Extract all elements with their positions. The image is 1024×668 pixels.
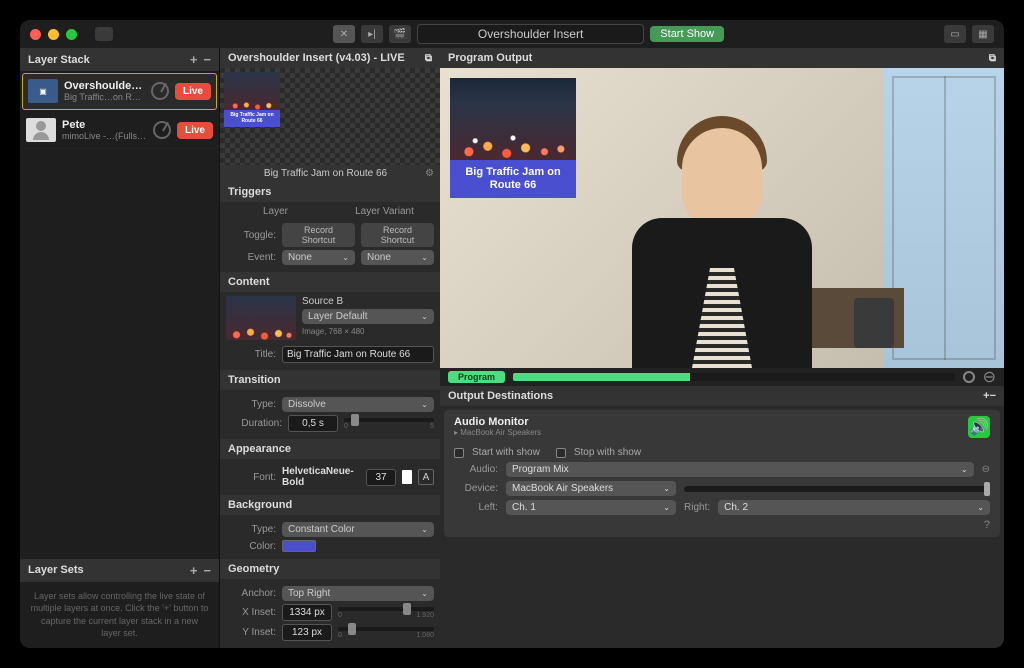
remove-layer-set-button[interactable]: − [203, 563, 211, 578]
help-icon[interactable]: ? [454, 519, 990, 531]
layer-sets-help: Layer sets allow controlling the live st… [20, 582, 219, 648]
program-output-header: Program Output ⧉ [440, 48, 1004, 68]
popout-icon[interactable]: ⧉ [989, 53, 996, 64]
layer-preview: Big Traffic Jam on Route 66 [220, 68, 440, 165]
audio-monitor-title: Audio Monitor [454, 416, 968, 428]
record-shortcut-button[interactable]: Record Shortcut [282, 223, 355, 247]
avatar-icon [26, 118, 56, 142]
device-dropdown[interactable]: MacBook Air Speakers⌄ [506, 481, 676, 496]
zoom-icon[interactable] [66, 29, 77, 40]
remove-destination-button[interactable]: − [990, 390, 996, 402]
layer-item-pete[interactable]: Pete mimoLive -…(Fullscreen) Live [20, 112, 219, 149]
add-layer-set-button[interactable]: + [190, 563, 198, 578]
traffic-thumbnail [224, 72, 280, 110]
popout-icon[interactable]: ⧉ [425, 53, 432, 64]
program-pill: Program [448, 371, 505, 383]
transition-title: Transition [220, 370, 440, 390]
layer-thumb-icon: ▣ [28, 79, 58, 103]
minimize-icon[interactable] [48, 29, 59, 40]
duration-input[interactable]: 0,5 s [288, 415, 338, 432]
program-audio-bar: Program ⊖ [440, 368, 1004, 386]
output-destinations-header: Output Destinations + − [440, 386, 1004, 406]
window-controls [30, 29, 77, 40]
layer-stack-header: Layer Stack + − [20, 48, 219, 71]
anchor-dropdown[interactable]: Top Right⌄ [282, 586, 434, 601]
volume-slider[interactable] [684, 486, 990, 492]
audio-monitor-panel: Audio Monitor ▸ MacBook Air Speakers 🔊 S… [444, 410, 1000, 537]
font-picker-button[interactable]: A [418, 469, 434, 485]
font-size-input[interactable]: 37 [366, 469, 396, 486]
program-output-view: Big Traffic Jam on Route 66 [440, 68, 1004, 368]
remove-layer-button[interactable]: − [203, 52, 211, 67]
title-input[interactable]: Big Traffic Jam on Route 66 [282, 346, 434, 363]
audio-knob-icon[interactable] [153, 121, 171, 139]
right-channel-dropdown[interactable]: Ch. 2⌄ [718, 500, 990, 515]
record-shortcut-button[interactable]: Record Shortcut [361, 223, 434, 247]
add-layer-button[interactable]: + [190, 52, 198, 67]
clapper-icon[interactable]: 🎬 [389, 25, 411, 43]
speaker-icon[interactable]: 🔊 [968, 416, 990, 438]
audio-meter [513, 373, 955, 381]
x-inset-slider[interactable] [338, 607, 434, 611]
document-title: Overshoulder Insert [417, 24, 644, 44]
color-swatch-white[interactable] [402, 470, 412, 484]
content-title: Content [220, 272, 440, 292]
layout-icon-a[interactable]: ▭ [944, 25, 966, 43]
bg-type-dropdown[interactable]: Constant Color⌄ [282, 522, 434, 537]
layer-sets-header: Layer Sets + − [20, 559, 219, 582]
audio-source-dropdown[interactable]: Program Mix⌄ [506, 462, 974, 477]
event-dropdown[interactable]: None⌄ [361, 250, 434, 265]
x-inset-input[interactable]: 1334 px [282, 604, 332, 621]
play-button-icon[interactable]: ▸| [361, 25, 383, 43]
left-channel-dropdown[interactable]: Ch. 1⌄ [506, 500, 676, 515]
start-show-button[interactable]: Start Show [650, 26, 724, 42]
layer-stack-panel: Layer Stack + − ▣ Overshoulder Insert Bi… [20, 48, 220, 648]
volume-knob-icon[interactable] [963, 371, 975, 383]
presenter [622, 108, 822, 368]
triggers-title: Triggers [220, 182, 440, 202]
preview-caption-bar: Big Traffic Jam on Route 66 ⚙ [220, 165, 440, 182]
source-dropdown[interactable]: Layer Default⌄ [302, 309, 434, 324]
layout-icon-b[interactable]: ▦ [972, 25, 994, 43]
y-inset-slider[interactable] [338, 627, 434, 631]
start-with-show-checkbox[interactable] [454, 448, 464, 458]
mini-caption: Big Traffic Jam on Route 66 [224, 110, 280, 127]
settings-icon[interactable]: ⚙ [425, 168, 434, 179]
layer-item-overshoulder[interactable]: ▣ Overshoulder Insert Big Traffic…on Rou… [22, 73, 217, 110]
close-icon[interactable] [30, 29, 41, 40]
live-button[interactable]: Live [175, 83, 211, 100]
program-output-panel: Program Output ⧉ Big Traffic Jam on [440, 48, 1004, 648]
source-thumbnail[interactable] [226, 296, 296, 340]
appearance-title: Appearance [220, 439, 440, 459]
font-name: HelveticaNeue-Bold [282, 466, 360, 488]
color-picker[interactable] [282, 540, 316, 552]
transition-type-dropdown[interactable]: Dissolve⌄ [282, 397, 434, 412]
background-title: Background [220, 495, 440, 515]
overshoulder-insert: Big Traffic Jam on Route 66 [450, 78, 576, 198]
y-inset-input[interactable]: 123 px [282, 624, 332, 641]
minus-icon[interactable]: ⊖ [982, 464, 990, 475]
insert-caption: Big Traffic Jam on Route 66 [450, 160, 576, 198]
traffic-image [450, 78, 576, 160]
geometry-title: Geometry [220, 559, 440, 579]
office-chair [854, 298, 894, 348]
titlebar: ✕ ▸| 🎬 Overshoulder Insert Start Show ▭ … [20, 20, 1004, 48]
live-button[interactable]: Live [177, 122, 213, 139]
stop-button-icon[interactable]: ✕ [333, 25, 355, 43]
layer-inspector: Overshoulder Insert (v4.03) - LIVE ⧉ Big… [220, 48, 440, 648]
app-window: ✕ ▸| 🎬 Overshoulder Insert Start Show ▭ … [20, 20, 1004, 648]
minus-icon[interactable]: ⊖ [983, 367, 996, 387]
inspector-header: Overshoulder Insert (v4.03) - LIVE ⧉ [220, 48, 440, 68]
audio-monitor-sub: ▸ MacBook Air Speakers [454, 428, 968, 437]
duration-slider[interactable] [344, 418, 434, 422]
audio-knob-icon[interactable] [151, 82, 169, 100]
stop-with-show-checkbox[interactable] [556, 448, 566, 458]
event-dropdown[interactable]: None⌄ [282, 250, 355, 265]
sidebar-toggle-icon[interactable] [95, 27, 113, 41]
